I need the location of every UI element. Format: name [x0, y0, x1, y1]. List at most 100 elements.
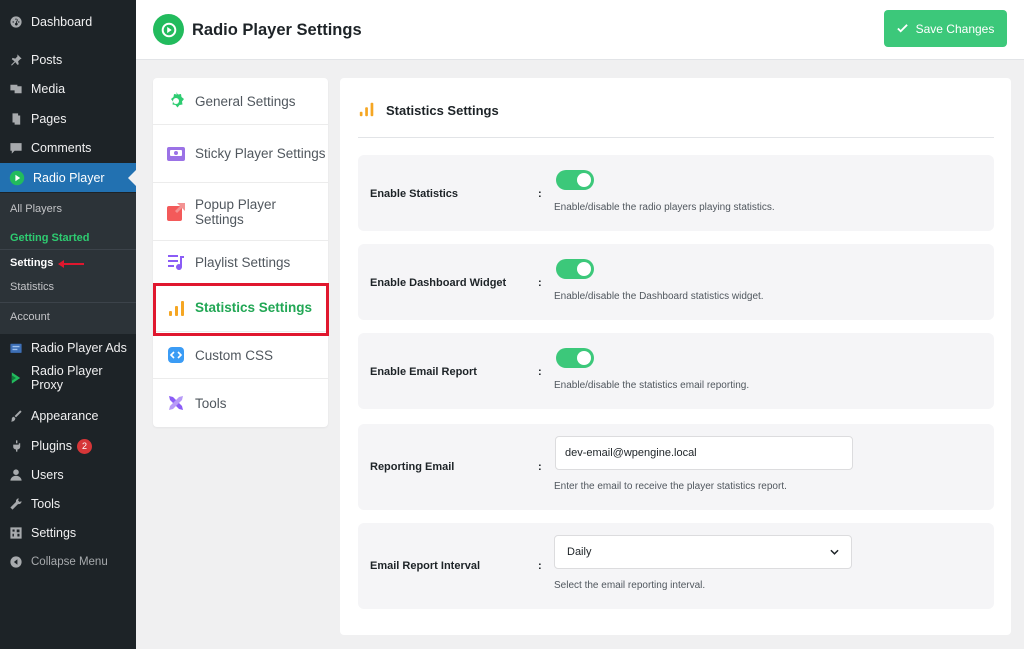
menu-radio-player[interactable]: Radio Player — [0, 163, 136, 192]
menu-radio-player-ads[interactable]: Radio Player Ads — [0, 338, 136, 358]
enable-statistics-toggle[interactable] — [556, 170, 594, 190]
menu-label: Media — [31, 82, 66, 96]
save-changes-button[interactable]: Save Changes — [884, 10, 1007, 47]
tab-custom-css[interactable]: Custom CSS — [153, 332, 328, 379]
submenu-statistics[interactable]: Statistics — [10, 281, 54, 293]
menu-label: Collapse Menu — [31, 556, 108, 568]
menu-posts[interactable]: Posts — [0, 50, 136, 70]
submenu-all-players[interactable]: All Players — [10, 203, 62, 215]
page-header: Radio Player Settings Save Changes — [136, 0, 1024, 60]
setting-label: Reporting Email — [370, 461, 455, 473]
setting-label: Enable Email Report — [370, 366, 477, 378]
proxy-icon — [9, 371, 23, 385]
setting-colon: : — [538, 188, 542, 200]
menu-label: Pages — [31, 112, 67, 126]
setting-row-enable-statistics: Enable Statistics : Enable/disable the r… — [358, 155, 994, 231]
play-circle-icon — [9, 170, 25, 186]
ads-icon — [9, 341, 23, 355]
update-count-badge: 2 — [77, 438, 92, 454]
tab-tools[interactable]: Tools — [153, 379, 328, 427]
panel-header: Statistics Settings — [358, 98, 994, 138]
media-icon — [9, 82, 23, 96]
user-icon — [9, 468, 23, 482]
enable-dashboard-widget-toggle[interactable] — [556, 259, 594, 279]
select-value: Daily — [567, 546, 592, 558]
menu-settings[interactable]: Settings — [0, 523, 136, 543]
menu-comments[interactable]: Comments — [0, 138, 136, 158]
menu-label: Plugins — [31, 439, 72, 453]
menu-label: Users — [31, 468, 64, 482]
bar-chart-icon — [359, 102, 374, 117]
menu-tools[interactable]: Tools — [0, 494, 136, 514]
setting-colon: : — [538, 560, 542, 572]
setting-description: Enable/disable the Dashboard statistics … — [554, 291, 764, 302]
menu-users[interactable]: Users — [0, 465, 136, 485]
setting-row-enable-email-report: Enable Email Report : Enable/disable the… — [358, 333, 994, 409]
tab-popup-player-settings[interactable]: Popup Player Settings — [153, 183, 328, 241]
tab-sticky-player-settings[interactable]: Sticky Player Settings — [153, 125, 328, 183]
gear-icon — [165, 90, 187, 112]
settings-sliders-icon — [9, 526, 23, 540]
pages-icon — [9, 112, 23, 126]
menu-dashboard[interactable]: Dashboard — [0, 12, 136, 32]
menu-label: Radio Player Ads — [31, 341, 127, 355]
setting-row-reporting-email: Reporting Email : Enter the email to rec… — [358, 424, 994, 510]
tab-general-settings[interactable]: General Settings — [153, 78, 328, 125]
setting-description: Enable/disable the radio players playing… — [554, 202, 775, 213]
collapse-menu-button[interactable]: Collapse Menu — [0, 552, 136, 572]
setting-row-email-report-interval: Email Report Interval : Daily Select the… — [358, 523, 994, 609]
submenu-divider — [0, 249, 136, 250]
setting-label: Enable Statistics — [370, 188, 459, 200]
menu-plugins[interactable]: Plugins 2 — [0, 436, 136, 456]
page-title: Radio Player Settings — [192, 21, 362, 39]
tab-label: Sticky Player Settings — [195, 146, 326, 161]
tools-icon — [165, 392, 187, 414]
tab-playlist-settings[interactable]: Playlist Settings — [153, 241, 328, 284]
comment-icon — [9, 141, 23, 155]
settings-nav: General Settings Sticky Player Settings … — [153, 78, 328, 427]
statistics-settings-panel: Statistics Settings Enable Statistics : … — [340, 78, 1011, 635]
admin-sidebar: Dashboard Posts Media Pages Comments Rad… — [0, 0, 136, 649]
menu-pages[interactable]: Pages — [0, 109, 136, 129]
wrench-icon — [9, 497, 23, 511]
menu-label: Settings — [31, 526, 77, 540]
submenu-account[interactable]: Account — [10, 311, 50, 323]
tab-statistics-settings[interactable]: Statistics Settings — [153, 284, 328, 332]
collapse-icon — [9, 555, 23, 569]
menu-label: Tools — [31, 497, 61, 511]
code-icon — [165, 344, 187, 366]
tab-label: Tools — [195, 395, 227, 411]
menu-appearance[interactable]: Appearance — [0, 406, 136, 426]
menu-label: Posts — [31, 53, 63, 67]
email-report-interval-select[interactable]: Daily — [554, 535, 852, 569]
menu-label: Radio Player — [33, 170, 105, 185]
setting-description: Enable/disable the statistics email repo… — [554, 380, 750, 391]
save-button-label: Save Changes — [915, 21, 995, 36]
reporting-email-input[interactable] — [555, 436, 853, 470]
setting-colon: : — [538, 277, 542, 289]
menu-media[interactable]: Media — [0, 79, 136, 99]
submenu-getting-started[interactable]: Getting Started — [10, 232, 89, 244]
menu-radio-player-proxy[interactable]: Radio Player Proxy — [0, 364, 136, 392]
submenu-divider — [0, 302, 136, 303]
setting-description: Enter the email to receive the player st… — [554, 481, 787, 492]
menu-label: Appearance — [31, 409, 99, 423]
menu-label: Dashboard — [31, 15, 93, 29]
submenu-settings[interactable]: Settings — [10, 257, 53, 269]
annotation-arrow-icon — [58, 260, 84, 268]
tab-label: Custom CSS — [195, 347, 274, 363]
menu-label: Comments — [31, 141, 92, 155]
setting-label: Enable Dashboard Widget — [370, 277, 507, 289]
tab-label: Popup Player Settings — [195, 196, 277, 227]
playlist-icon — [165, 251, 187, 273]
dashboard-icon — [9, 15, 23, 29]
setting-colon: : — [538, 461, 542, 473]
setting-colon: : — [538, 366, 542, 378]
tab-label: Playlist Settings — [195, 254, 291, 270]
active-indicator — [128, 169, 136, 186]
paintbrush-icon — [9, 409, 23, 423]
enable-email-report-toggle[interactable] — [556, 348, 594, 368]
setting-row-enable-dashboard-widget: Enable Dashboard Widget : Enable/disable… — [358, 244, 994, 320]
panel-title: Statistics Settings — [386, 103, 499, 118]
menu-label: Radio Player Proxy — [31, 364, 103, 392]
